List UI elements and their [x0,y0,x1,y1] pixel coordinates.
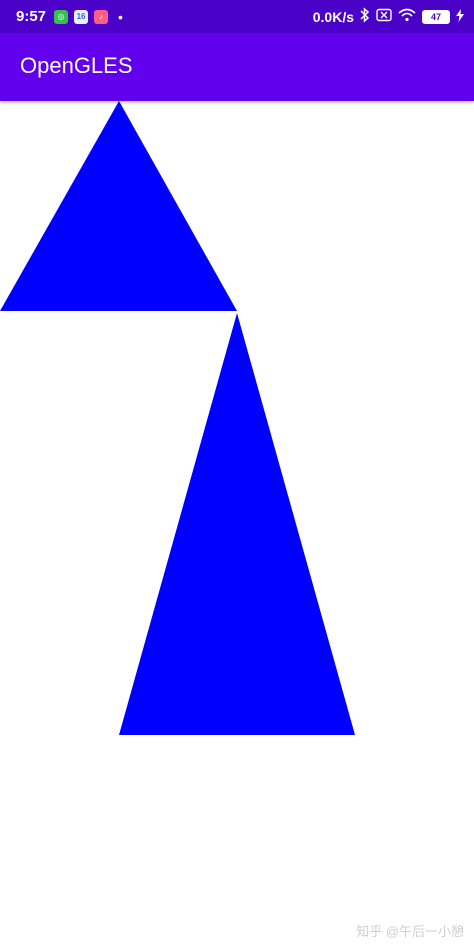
upper-triangle [0,101,237,311]
app-title: OpenGLES [20,53,133,78]
wechat-notification-icon: ◎ [54,9,69,24]
app-notification-icon: ♪ [94,9,109,24]
watermark: 知乎 @午后一小憩 [356,924,464,939]
status-time: 9:57 [16,8,47,25]
network-speed: 0.0K/s [312,8,354,25]
battery-icon: 47 [422,9,450,24]
charging-icon [456,8,464,25]
status-left: 9:57 ◎ 16 ♪ • [16,0,123,33]
app-bar: OpenGLES [0,33,474,101]
gl-surface [0,101,355,735]
wifi-icon [398,8,416,25]
lower-triangle [119,313,355,735]
calendar-notification-icon: 16 [74,9,89,24]
sim-disabled-icon [376,8,392,25]
status-right: 0.0K/s 47 [313,0,464,33]
bluetooth-icon [360,7,370,26]
more-notifications-dot: • [118,8,123,25]
status-bar: 9:57 ◎ 16 ♪ • 0.0K/s 47 [0,0,474,33]
